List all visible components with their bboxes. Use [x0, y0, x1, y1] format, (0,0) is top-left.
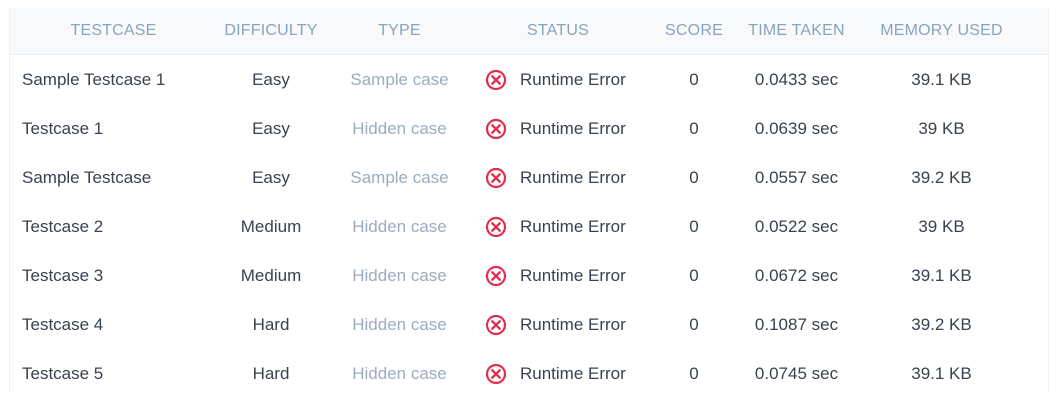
- case-type-value: Hidden case: [352, 118, 447, 138]
- score-value: 0: [689, 265, 699, 285]
- score-value: 0: [689, 69, 699, 89]
- case-type-value: Hidden case: [352, 314, 447, 334]
- status-text: Runtime Error: [520, 69, 626, 89]
- table-row[interactable]: Testcase 2 Medium Hidden case Runtime Error…: [10, 202, 1048, 251]
- score-value: 0: [689, 216, 699, 236]
- error-circle-x-icon: [485, 314, 507, 336]
- header-type: TYPE: [378, 22, 421, 39]
- error-circle-x-icon: [485, 69, 507, 91]
- table-header-row: TESTCASE DIFFICULTY TYPE STATUS SCORE TI…: [10, 8, 1048, 55]
- status-text: Runtime Error: [520, 167, 626, 187]
- score-value: 0: [689, 363, 699, 383]
- header-score: SCORE: [665, 22, 723, 39]
- error-circle-x-icon: [485, 363, 507, 385]
- status-cell: Runtime Error: [462, 216, 654, 238]
- status-cell: Runtime Error: [462, 69, 654, 91]
- case-type-value: Sample case: [350, 167, 449, 187]
- difficulty-value: Easy: [252, 69, 290, 89]
- header-difficulty: DIFFICULTY: [224, 22, 318, 39]
- case-type-value: Hidden case: [352, 363, 447, 383]
- table-row[interactable]: Sample Testcase Easy Sample case Runtime Er…: [10, 153, 1048, 202]
- status-text: Runtime Error: [520, 216, 626, 236]
- time-taken-value: 0.0433 sec: [754, 69, 839, 89]
- difficulty-value: Hard: [252, 363, 290, 383]
- case-type-value: Hidden case: [352, 216, 447, 236]
- status-text: Runtime Error: [520, 265, 626, 285]
- status-cell: Runtime Error: [462, 363, 654, 385]
- status-cell: Runtime Error: [462, 118, 654, 140]
- testcase-name: Testcase 3: [22, 265, 104, 285]
- memory-used-value: 39.1 KB: [911, 69, 972, 89]
- time-taken-value: 0.1087 sec: [754, 314, 839, 334]
- table-row[interactable]: Testcase 4 Hard Hidden case Runtime Error 0 0…: [10, 300, 1048, 349]
- difficulty-value: Easy: [252, 118, 290, 138]
- time-taken-value: 0.0522 sec: [754, 216, 839, 236]
- score-value: 0: [689, 118, 699, 138]
- time-taken-value: 0.0639 sec: [754, 118, 839, 138]
- case-type-value: Sample case: [350, 69, 449, 89]
- time-taken-value: 0.0672 sec: [754, 265, 839, 285]
- error-circle-x-icon: [485, 167, 507, 189]
- testcase-name: Testcase 4: [22, 314, 104, 334]
- error-circle-x-icon: [485, 265, 507, 287]
- difficulty-value: Easy: [252, 167, 290, 187]
- difficulty-value: Medium: [240, 265, 302, 285]
- case-type-value: Hidden case: [352, 265, 447, 285]
- header-status: STATUS: [527, 22, 589, 39]
- status-cell: Runtime Error: [462, 265, 654, 287]
- error-circle-x-icon: [485, 216, 507, 238]
- memory-used-value: 39 KB: [918, 118, 965, 138]
- difficulty-value: Medium: [240, 216, 302, 236]
- memory-used-value: 39.2 KB: [911, 167, 972, 187]
- status-text: Runtime Error: [520, 363, 626, 383]
- status-cell: Runtime Error: [462, 167, 654, 189]
- status-cell: Runtime Error: [462, 314, 654, 336]
- difficulty-value: Hard: [252, 314, 290, 334]
- table-row[interactable]: Testcase 5 Hard Hidden case Runtime Error 0 0…: [10, 349, 1048, 398]
- testcase-name: Testcase 2: [22, 216, 104, 236]
- error-circle-x-icon: [485, 118, 507, 140]
- score-value: 0: [689, 314, 699, 334]
- table-row[interactable]: Testcase 3 Medium Hidden case Runtime Error…: [10, 251, 1048, 300]
- memory-used-value: 39.1 KB: [911, 363, 972, 383]
- header-time-taken: TIME TAKEN: [748, 22, 845, 39]
- table-body: Sample Testcase 1 Easy Sample case Runtime …: [10, 55, 1048, 398]
- header-memory-used: MEMORY USED: [880, 22, 1003, 39]
- table-row[interactable]: Sample Testcase 1 Easy Sample case Runtime …: [10, 55, 1048, 104]
- status-text: Runtime Error: [520, 314, 626, 334]
- memory-used-value: 39.1 KB: [911, 265, 972, 285]
- testcase-name: Sample Testcase: [22, 167, 152, 187]
- testcase-name: Sample Testcase 1: [22, 69, 166, 89]
- memory-used-value: 39 KB: [918, 216, 965, 236]
- time-taken-value: 0.0745 sec: [754, 363, 839, 383]
- time-taken-value: 0.0557 sec: [754, 167, 839, 187]
- table-row[interactable]: Testcase 1 Easy Hidden case Runtime Error 0 0…: [10, 104, 1048, 153]
- memory-used-value: 39.2 KB: [911, 314, 972, 334]
- status-text: Runtime Error: [520, 118, 626, 138]
- header-testcase: TESTCASE: [70, 22, 157, 39]
- score-value: 0: [689, 167, 699, 187]
- testcase-name: Testcase 5: [22, 363, 104, 383]
- testcase-name: Testcase 1: [22, 118, 104, 138]
- testcase-results-table: TESTCASE DIFFICULTY TYPE STATUS SCORE TI…: [9, 8, 1049, 393]
